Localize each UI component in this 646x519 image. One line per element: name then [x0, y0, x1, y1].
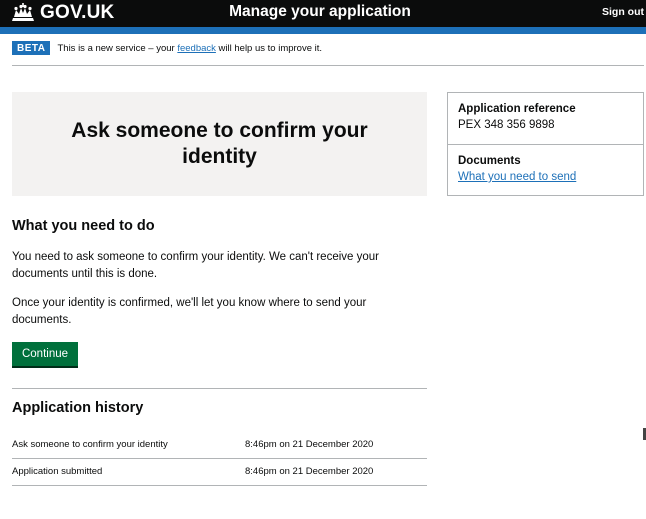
history-time: 8:46pm on 21 December 2020: [245, 439, 374, 450]
sign-out-link[interactable]: Sign out: [602, 6, 644, 18]
history-event: Ask someone to confirm your identity: [12, 439, 168, 450]
continue-button[interactable]: Continue: [12, 342, 78, 366]
todo-heading: What you need to do: [12, 218, 155, 234]
service-name-label[interactable]: Manage your application: [229, 3, 411, 20]
phase-text-end: will help us to improve it.: [215, 43, 323, 54]
phase-banner-text: This is a new service – your feedback wi…: [57, 43, 322, 54]
documents-link[interactable]: What you need to send: [458, 171, 576, 183]
history-heading: Application history: [12, 400, 144, 416]
service-name[interactable]: Manage your application: [0, 3, 646, 21]
page-title: Ask someone to confirm your identity: [71, 119, 368, 168]
todo-paragraph-1: You need to ask someone to confirm your …: [12, 251, 379, 280]
todo-paragraph-2: Once your identity is confirmed, we'll l…: [12, 297, 367, 326]
feedback-link[interactable]: feedback: [177, 43, 216, 54]
reference-value: PEX 348 356 9898: [458, 119, 555, 131]
documents-section: Documents What you need to send: [448, 144, 643, 186]
reference-section: Application reference PEX 348 356 9898: [448, 93, 643, 144]
phase-banner: BETA This is a new service – your feedba…: [12, 41, 644, 66]
site-header: GOV.UK Manage your application Sign out: [0, 0, 646, 27]
header-blue-bar: [0, 27, 646, 34]
history-event: Application submitted: [12, 466, 103, 477]
beta-tag: BETA: [12, 41, 51, 55]
history-row: Ask someone to confirm your identity 8:4…: [12, 432, 427, 459]
history-row: Application submitted 8:46pm on 21 Decem…: [12, 459, 427, 486]
phase-text-start: This is a new service – your: [57, 43, 178, 54]
history-time: 8:46pm on 21 December 2020: [245, 466, 374, 477]
application-summary: Application reference PEX 348 356 9898 D…: [447, 92, 644, 196]
section-divider: [12, 388, 427, 389]
title-panel: Ask someone to confirm your identity: [12, 92, 427, 196]
reference-label: Application reference: [458, 103, 576, 115]
documents-label: Documents: [458, 155, 521, 167]
